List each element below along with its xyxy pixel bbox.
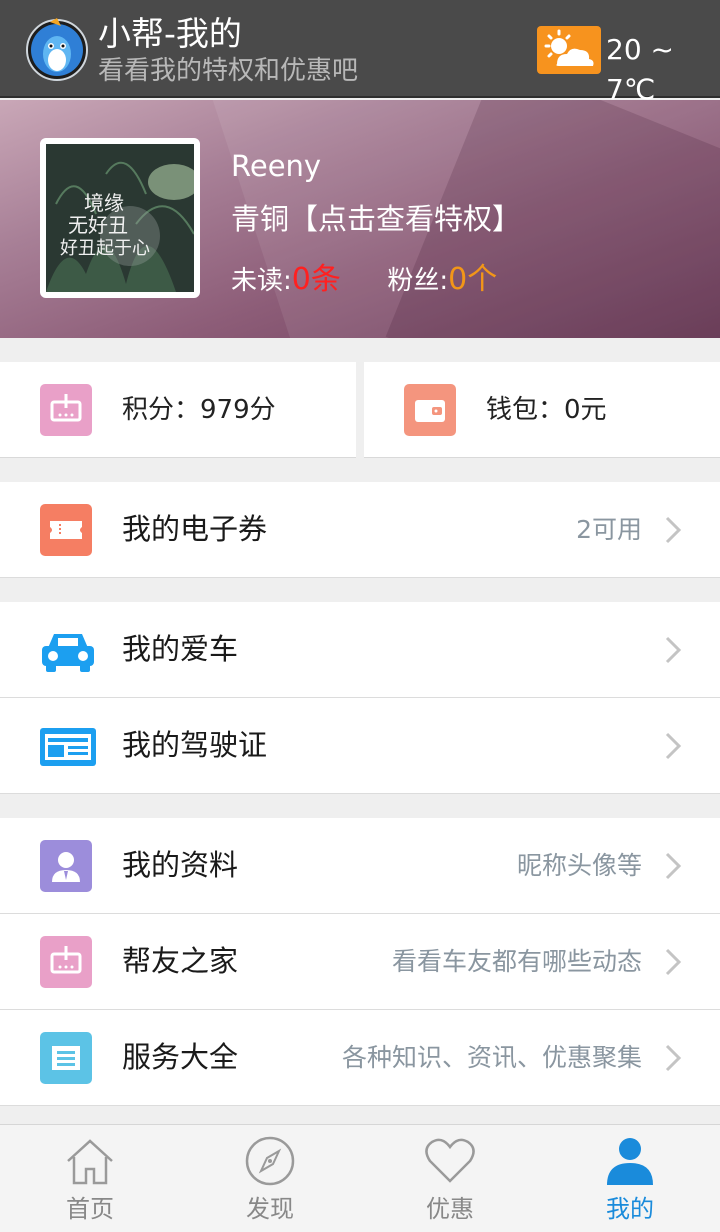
nav-label: 首页: [66, 1195, 114, 1223]
user-stats: 未读:0条 粉丝:0个: [231, 260, 497, 301]
list-item-label: 服务大全: [122, 1040, 239, 1074]
points-icon: [40, 384, 92, 436]
chevron-right-icon: [665, 852, 682, 880]
list-item-label: 我的驾驶证: [122, 728, 268, 762]
nav-label: 优惠: [426, 1195, 474, 1223]
wallet-card[interactable]: 钱包：0元: [364, 362, 720, 458]
car-icon: [40, 624, 94, 676]
sun-cloud-icon[interactable]: [537, 26, 601, 74]
profile-icon: [40, 840, 92, 892]
nav-label: 我的: [606, 1195, 654, 1223]
page-title: 小帮-我的: [98, 14, 242, 53]
svg-text:无好丑: 无好丑: [68, 213, 128, 237]
fans-label: 粉丝:: [387, 266, 449, 296]
temperature-range: 20 ~ 7℃: [606, 33, 674, 106]
member-level-link[interactable]: 青铜【点击查看特权】: [231, 200, 521, 238]
list-item-community[interactable]: 帮友之家 看看车友都有哪些动态: [0, 914, 720, 1010]
user-name: Reeny: [231, 149, 322, 183]
nav-tab-mine[interactable]: 我的: [540, 1125, 720, 1232]
unread-count[interactable]: 0条: [292, 262, 341, 297]
chevron-right-icon: [665, 516, 682, 544]
nav-label: 发现: [246, 1195, 294, 1223]
community-icon: [40, 936, 92, 988]
list-item-label: 我的资料: [122, 848, 239, 882]
list-item-hint: 各种知识、资讯、优惠聚集: [341, 1043, 642, 1072]
page-subtitle: 看看我的特权和优惠吧: [98, 56, 359, 86]
list-item-my-profile[interactable]: 我的资料 昵称头像等: [0, 818, 720, 914]
list-item-label: 我的爱车: [122, 632, 239, 666]
chevron-right-icon: [665, 1044, 682, 1072]
chevron-right-icon: [665, 636, 682, 664]
bottom-nav: 首页 发现 优惠 我的: [0, 1124, 720, 1232]
compass-icon: [245, 1136, 295, 1186]
app-header: 小帮-我的 看看我的特权和优惠吧 20 ~ 7℃: [0, 0, 720, 106]
services-icon: [40, 1032, 92, 1084]
nav-tab-discover[interactable]: 发现: [180, 1125, 360, 1232]
avatar[interactable]: 境缘 无好丑 好丑起于心: [40, 138, 200, 298]
profile-banner: 境缘 无好丑 好丑起于心 Reeny 青铜【点击查看特权】 未读:0条 粉丝:0…: [0, 100, 720, 338]
list-item-hint: 2可用: [576, 515, 642, 544]
fans-count[interactable]: 0个: [448, 262, 497, 297]
coupon-icon: [40, 504, 92, 556]
points-card[interactable]: 积分：979分: [0, 362, 356, 458]
chevron-right-icon: [665, 948, 682, 976]
list-item-my-car[interactable]: 我的爱车: [0, 602, 720, 698]
user-icon: [607, 1138, 653, 1185]
svg-text:境缘: 境缘: [84, 191, 124, 215]
home-icon: [67, 1139, 113, 1185]
list-item-hint: 看看车友都有哪些动态: [391, 947, 642, 976]
chevron-right-icon: [665, 732, 682, 760]
wallet-icon: [404, 384, 456, 436]
dolphin-logo-icon: [26, 18, 88, 81]
list-item-coupons[interactable]: 我的电子券 2可用: [0, 482, 720, 578]
nav-tab-home[interactable]: 首页: [0, 1125, 180, 1232]
list-item-hint: 昵称头像等: [516, 851, 642, 880]
svg-text:好丑起于心: 好丑起于心: [60, 238, 150, 259]
nav-tab-deals[interactable]: 优惠: [360, 1125, 540, 1232]
list-item-services[interactable]: 服务大全 各种知识、资讯、优惠聚集: [0, 1010, 720, 1106]
unread-label: 未读:: [231, 266, 292, 296]
wallet-label: 钱包：0元: [486, 395, 607, 425]
list-item-drivers-license[interactable]: 我的驾驶证: [0, 698, 720, 794]
list-item-label: 帮友之家: [122, 944, 239, 978]
license-icon: [40, 720, 96, 772]
points-label: 积分：979分: [122, 395, 276, 425]
list-item-label: 我的电子券: [122, 512, 268, 546]
heart-icon: [425, 1138, 475, 1183]
